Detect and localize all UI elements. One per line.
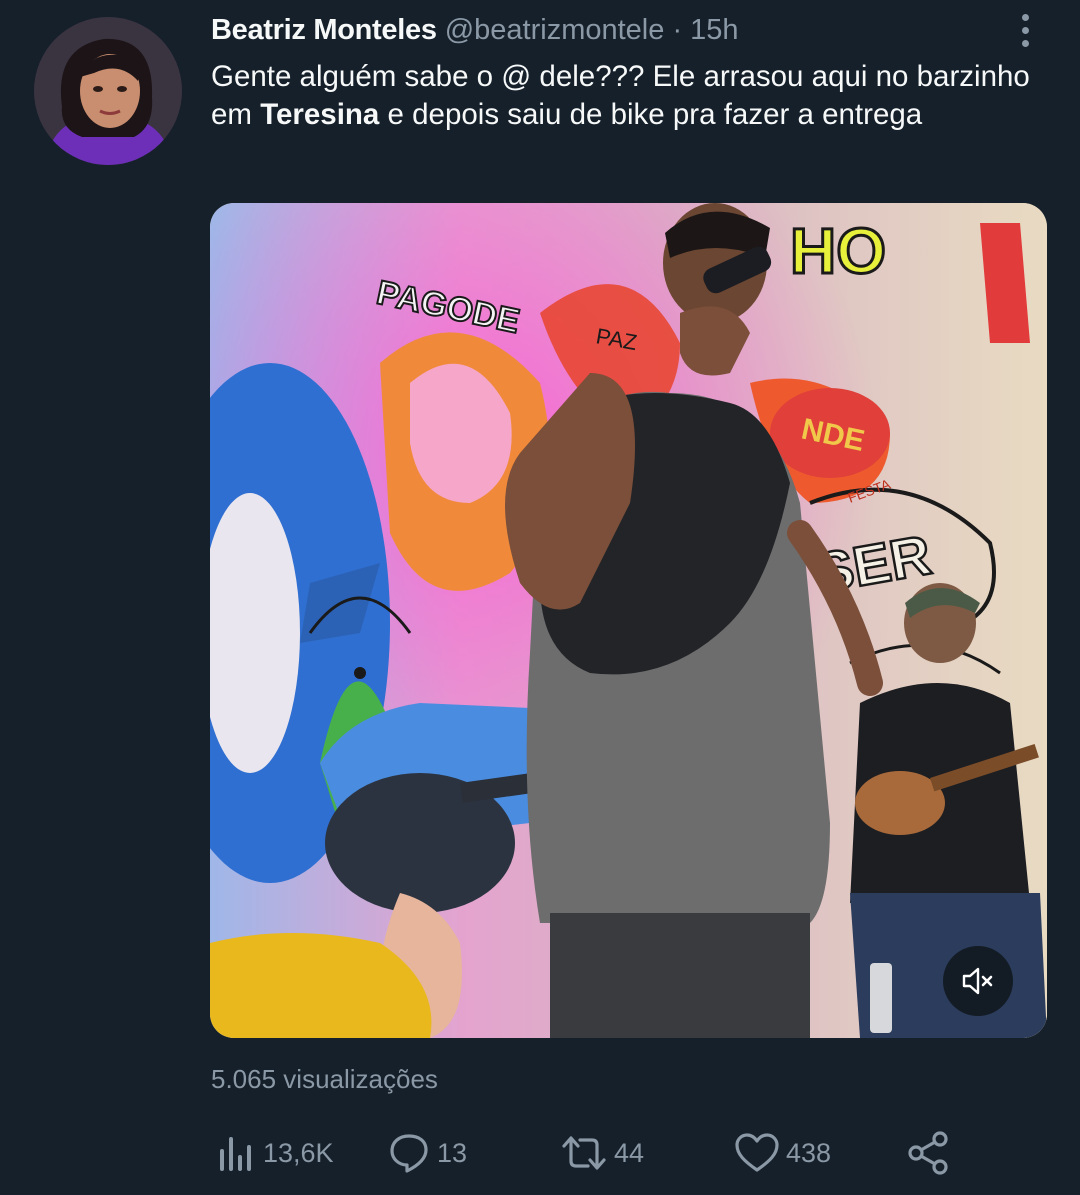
more-icon[interactable] <box>1010 10 1040 50</box>
separator-dot: · <box>672 14 683 46</box>
author-handle[interactable]: @beatrizmontele <box>445 14 665 46</box>
mural-word-ho: HO <box>790 215 886 287</box>
share-icon <box>908 1131 948 1175</box>
tweet-text-bold: Teresina <box>260 98 380 131</box>
views-count: 5.065 visualizações <box>211 1064 438 1094</box>
analytics-count: 13,6K <box>263 1137 334 1168</box>
tweet-header: Beatriz Monteles @beatrizmontele · 15h <box>211 10 739 50</box>
tweet-video[interactable]: PAGODE HO PAZ NDE SER FESTA <box>210 203 1047 1038</box>
retweet-icon <box>562 1136 606 1170</box>
video-frame: PAGODE HO PAZ NDE SER FESTA <box>210 203 1047 1038</box>
action-bar: 13,6K 13 44 438 <box>0 1128 1080 1178</box>
reply-count: 13 <box>437 1137 468 1168</box>
analytics-icon <box>220 1137 251 1171</box>
mute-icon <box>962 967 993 995</box>
share-button[interactable] <box>906 1128 950 1178</box>
like-icon <box>735 1133 779 1172</box>
reply-button[interactable]: 13 <box>387 1128 467 1178</box>
like-count: 438 <box>786 1137 832 1168</box>
avatar[interactable] <box>34 17 182 165</box>
tweet-time[interactable]: 15h <box>690 14 738 46</box>
tweet-text: Gente alguém sabe o @ dele??? Ele arraso… <box>211 58 1041 134</box>
mute-button[interactable] <box>943 946 1013 1016</box>
retweet-button[interactable]: 44 <box>560 1128 644 1178</box>
author-name[interactable]: Beatriz Monteles <box>211 14 437 46</box>
analytics-button[interactable]: 13,6K <box>217 1128 334 1178</box>
like-button[interactable]: 438 <box>734 1128 831 1178</box>
reply-icon <box>390 1134 428 1173</box>
tweet-text-part2: e depois saiu de bike pra fazer a entreg… <box>379 98 923 131</box>
retweet-count: 44 <box>614 1137 645 1168</box>
